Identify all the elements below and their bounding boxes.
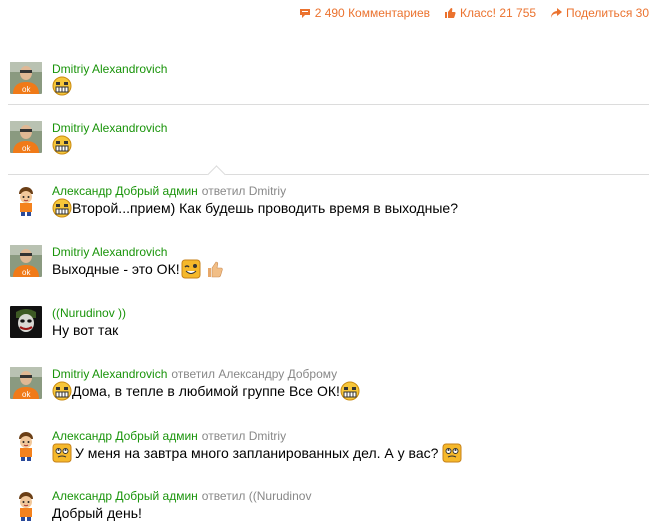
reply-prefix: ответил bbox=[201, 489, 246, 503]
comment-meta: Александр Добрый админ ответил Dmitriy bbox=[52, 429, 286, 443]
comment-item: ok Dmitriy Alexandrovich bbox=[10, 62, 651, 98]
svg-text:ok: ok bbox=[22, 144, 31, 153]
separator-line bbox=[8, 174, 649, 175]
comment-message: Добрый день! bbox=[52, 505, 142, 521]
ok-shirt-man-avatar[interactable]: ok bbox=[10, 367, 42, 399]
comment-author[interactable]: Dmitriy Alexandrovich bbox=[52, 367, 167, 381]
comment-author[interactable]: Александр Добрый админ bbox=[52, 184, 198, 198]
ok-shirt-man-avatar[interactable]: ok bbox=[10, 62, 42, 94]
ok-shirt-man-avatar[interactable]: ok bbox=[10, 245, 42, 277]
separator-line bbox=[8, 104, 649, 105]
comment-text bbox=[52, 76, 72, 96]
comment-author[interactable]: Dmitriy Alexandrovich bbox=[52, 121, 167, 135]
cartoon-boy-avatar[interactable] bbox=[10, 184, 42, 216]
comment-author[interactable]: Александр Добрый админ bbox=[52, 429, 198, 443]
comment-text: Дома, в тепле в любимой группе Все ОК! bbox=[52, 381, 360, 401]
thumbs-up-emoji-icon bbox=[207, 261, 223, 278]
share-button[interactable]: Поделиться 30 bbox=[550, 6, 649, 20]
svg-text:ok: ok bbox=[22, 268, 31, 277]
grinning-smile-icon bbox=[52, 381, 72, 401]
comment-meta: Dmitriy Alexandrovich bbox=[52, 62, 167, 76]
winking-smile-icon bbox=[181, 259, 201, 279]
reply-info: ответил Dmitriy bbox=[202, 429, 286, 443]
grinning-smile-icon bbox=[52, 198, 72, 218]
grinning-smile-icon bbox=[340, 381, 360, 401]
ok-shirt-man-avatar[interactable]: ok bbox=[10, 121, 42, 153]
cartoon-boy-avatar[interactable] bbox=[10, 489, 42, 521]
comment-message: Выходные - это ОК! bbox=[52, 261, 180, 277]
comment-text bbox=[52, 135, 72, 155]
reply-prefix: ответил bbox=[201, 429, 246, 443]
comment-text: Выходные - это ОК! bbox=[52, 259, 225, 279]
comments-counter[interactable]: 2 490 Комментариев bbox=[299, 6, 430, 20]
comments-count-label: 2 490 Комментариев bbox=[314, 6, 430, 20]
cartoon-boy-avatar[interactable] bbox=[10, 429, 42, 461]
grinning-smile-icon bbox=[52, 76, 72, 96]
comment-bubble-icon bbox=[299, 8, 310, 18]
rolling-eyes-smile-icon bbox=[442, 443, 462, 463]
comment-author[interactable]: Dmitriy Alexandrovich bbox=[52, 245, 167, 259]
klass-button[interactable]: Класс! 21 755 bbox=[444, 6, 536, 20]
comment-item: ok Dmitriy Alexandrovich ответил Александ… bbox=[10, 367, 651, 403]
comment-author[interactable]: ((Nurudinov )) bbox=[52, 306, 126, 320]
grinning-smile-icon bbox=[52, 135, 72, 155]
svg-text:ok: ok bbox=[22, 390, 31, 399]
comment-item: ok Dmitriy Alexandrovich bbox=[10, 121, 651, 157]
reply-prefix: ответил bbox=[171, 367, 215, 381]
thumbs-up-icon bbox=[445, 8, 456, 18]
comment-meta: Александр Добрый админ ответил Dmitriy bbox=[52, 184, 286, 198]
comment-item: ((Nurudinov )) Ну вот так bbox=[10, 306, 651, 342]
post-actions-bar: 2 490 Комментариев Класс! 21 755 Поделит… bbox=[299, 5, 649, 21]
share-arrow-icon bbox=[551, 8, 563, 18]
comment-item: ok Dmitriy Alexandrovich Выходные - это … bbox=[10, 245, 651, 281]
comment-item: Александр Добрый админ ответил Dmitriy У … bbox=[10, 429, 651, 465]
comment-message: Дома, в тепле в любимой группе Все ОК! bbox=[72, 383, 340, 399]
comment-meta: Александр Добрый админ ответил ((Nurudino… bbox=[52, 489, 311, 503]
comment-meta: ((Nurudinov )) bbox=[52, 306, 126, 320]
comment-meta: Dmitriy Alexandrovich bbox=[52, 245, 167, 259]
klass-count-label: Класс! 21 755 bbox=[460, 6, 537, 20]
comment-meta: Dmitriy Alexandrovich ответил Александру … bbox=[52, 367, 337, 381]
svg-text:ok: ok bbox=[22, 85, 31, 94]
comment-item: Александр Добрый админ ответил ((Nurudino… bbox=[10, 489, 651, 525]
comment-message: У меня на завтра много запланированных д… bbox=[75, 445, 439, 461]
reply-prefix: ответил bbox=[201, 184, 246, 198]
share-count-label: Поделиться 30 bbox=[566, 6, 649, 20]
joker-avatar[interactable] bbox=[10, 306, 42, 338]
reply-to-link[interactable]: Александру Доброму bbox=[218, 367, 337, 381]
rolling-eyes-smile-icon bbox=[52, 443, 72, 463]
comment-author[interactable]: Dmitriy Alexandrovich bbox=[52, 62, 167, 76]
reply-info: ответил Dmitriy bbox=[202, 184, 286, 198]
comment-text: Ну вот так bbox=[52, 320, 118, 340]
thread-pointer-notch bbox=[207, 165, 226, 184]
reply-to-link[interactable]: Dmitriy bbox=[249, 184, 286, 198]
comment-message: Ну вот так bbox=[52, 322, 119, 338]
reply-to-link[interactable]: Dmitriy bbox=[249, 429, 286, 443]
comment-text: У меня на завтра много запланированных д… bbox=[52, 443, 462, 463]
comment-message: Второй...прием) Как будешь проводить вре… bbox=[72, 200, 458, 216]
reply-to-link[interactable]: ((Nurudinov bbox=[249, 489, 312, 503]
comment-text: Добрый день! bbox=[52, 503, 142, 523]
comment-meta: Dmitriy Alexandrovich bbox=[52, 121, 167, 135]
reply-info: ответил ((Nurudinov bbox=[202, 489, 312, 503]
reply-info: ответил Александру Доброму bbox=[171, 367, 337, 381]
comment-item: Александр Добрый админ ответил Dmitriy Вт… bbox=[10, 184, 651, 220]
comment-text: Второй...прием) Как будешь проводить вре… bbox=[52, 198, 458, 218]
comment-author[interactable]: Александр Добрый админ bbox=[52, 489, 198, 503]
